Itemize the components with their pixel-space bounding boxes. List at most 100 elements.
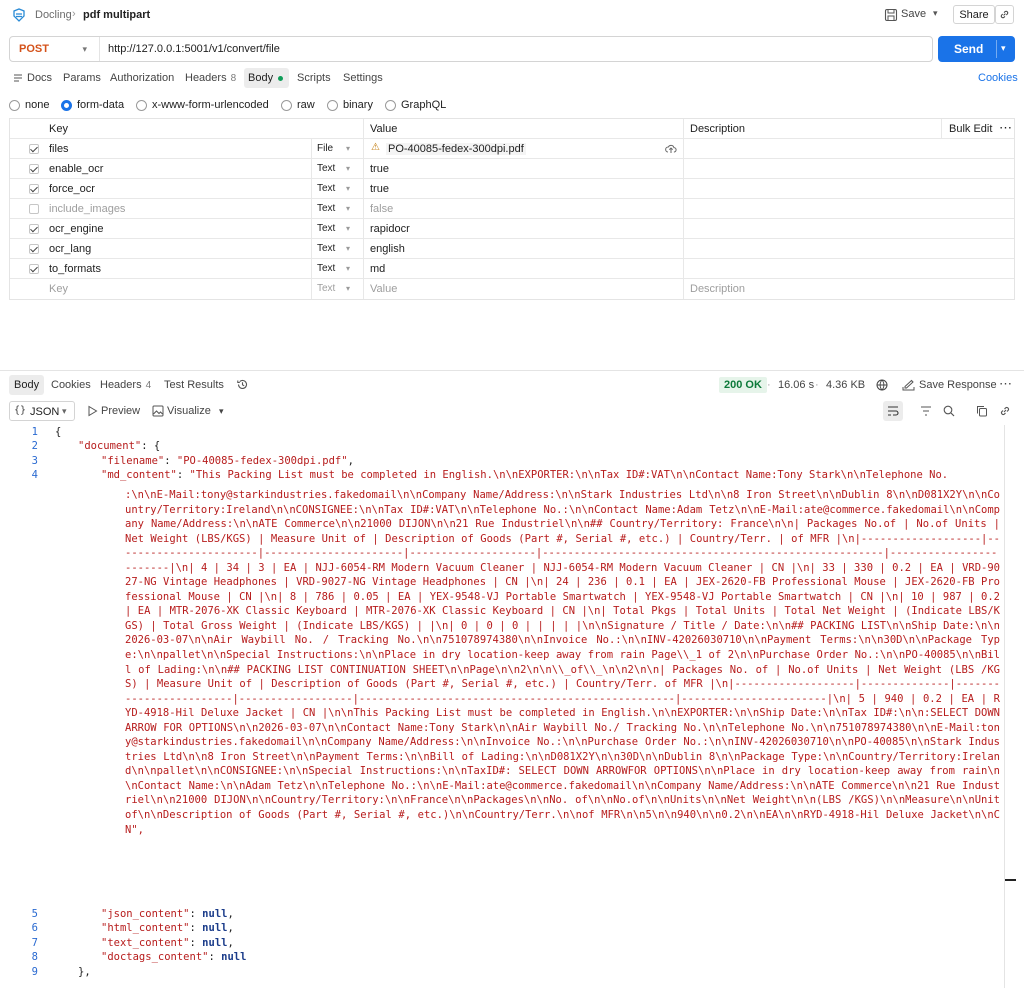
key-cell[interactable]: force_ocr [10,179,312,199]
description-cell[interactable] [684,179,1014,199]
response-tab-cookies[interactable]: Cookies [51,379,91,391]
description-cell[interactable] [684,219,1014,239]
response-tab-body[interactable]: Body [14,379,39,391]
type-select[interactable]: Text ▾ [312,179,364,199]
copy-icon[interactable] [976,405,988,417]
radio-binary[interactable]: binary [327,99,373,111]
wrap-lines-button[interactable] [883,401,903,421]
value-cell[interactable]: true [364,179,684,199]
type-select[interactable]: Text ▾ [312,219,364,239]
description-cell[interactable] [684,159,1014,179]
filter-icon[interactable] [920,406,932,416]
radio-raw[interactable]: raw [281,99,315,111]
value-cell[interactable]: true [364,159,684,179]
tab-params[interactable]: Params [63,72,101,84]
scroll-thumb[interactable] [1005,879,1016,881]
type-select[interactable]: Text ▾ [312,159,364,179]
param-key: ocr_engine [49,223,104,235]
row-enabled-checkbox[interactable] [29,144,39,154]
row-enabled-checkbox[interactable] [29,164,39,174]
key-cell[interactable]: enable_ocr [10,159,312,179]
tab-scripts[interactable]: Scripts [297,72,331,84]
method-select[interactable]: POST ▾ [10,37,100,61]
description-cell[interactable] [684,199,1014,219]
preview-button[interactable]: Preview [101,405,140,417]
send-options-chevron-icon[interactable]: ▾ [1001,43,1006,54]
json-punct: : { [141,440,161,452]
row-enabled-checkbox[interactable] [29,204,39,214]
file-chip[interactable]: PO-40085-fedex-300dpi.pdf [386,143,526,155]
type-select[interactable]: Text ▾ [312,279,364,299]
tab-headers[interactable]: Headers 8 [185,72,236,84]
key-cell[interactable]: files [10,139,312,159]
row-enabled-checkbox[interactable] [29,244,39,254]
link-icon[interactable] [999,405,1011,417]
globe-icon[interactable] [876,379,888,391]
response-tab-test-results[interactable]: Test Results [164,379,224,391]
radio-none[interactable]: none [9,99,49,111]
panel-divider[interactable] [0,370,1024,371]
type-select[interactable]: Text ▾ [312,239,364,259]
upload-cloud-icon[interactable] [665,143,677,155]
description-cell[interactable] [684,239,1014,259]
chevron-down-icon: ▾ [346,144,351,153]
key-cell[interactable]: ocr_lang [10,239,312,259]
status-badge[interactable]: 200 OK [719,377,767,393]
url-input[interactable]: http://127.0.0.1:5001/v1/convert/file [108,43,280,55]
value-cell[interactable]: false [364,199,684,219]
headers-count-badge: 8 [230,73,237,84]
radio-graphql[interactable]: GraphQL [385,99,446,111]
save-options-chevron-icon[interactable]: ▾ [933,8,938,19]
tab-authorization[interactable]: Authorization [110,72,174,84]
more-options-icon[interactable]: ⋯ [999,120,1012,136]
description-cell[interactable] [684,259,1014,279]
radio-form-data[interactable]: form-data [61,99,124,111]
save-response-button[interactable]: Save Response [919,379,997,391]
type-select[interactable]: Text ▾ [312,199,364,219]
search-icon[interactable] [943,405,955,417]
response-tab-headers[interactable]: Headers 4 [100,379,151,391]
row-enabled-checkbox[interactable] [29,264,39,274]
response-size[interactable]: 4.36 KB [826,379,865,391]
value-cell[interactable]: md [364,259,684,279]
history-icon[interactable] [236,378,249,391]
more-options-icon[interactable]: ⋯ [999,376,1012,392]
response-time[interactable]: 16.06 s [778,379,814,391]
row-enabled-checkbox[interactable] [29,184,39,194]
code-scrollbar[interactable] [1004,425,1024,988]
cookies-link[interactable]: Cookies [978,72,1018,84]
radio-x-www-form-urlencoded[interactable]: x-www-form-urlencoded [136,99,269,111]
description-cell[interactable] [684,139,1014,159]
key-cell[interactable]: to_formats [10,259,312,279]
value-cell[interactable]: Value [364,279,684,299]
visualize-button[interactable]: Visualize [167,405,211,417]
value-cell[interactable]: rapidocr [364,219,684,239]
value-cell[interactable]: english [364,239,684,259]
save-button[interactable]: Save [901,8,926,20]
type-select[interactable]: Text ▾ [312,259,364,279]
new-value-input[interactable]: Value [370,283,397,295]
breadcrumb-collection[interactable]: Docling [35,9,72,21]
key-cell[interactable]: include_images [10,199,312,219]
bulk-edit-button[interactable]: Bulk Edit [949,123,992,135]
key-cell[interactable]: Key [10,279,312,299]
description-cell[interactable]: Description [684,279,1014,299]
format-select[interactable]: {} JSON ▾ [9,401,75,421]
value-cell[interactable]: ⚠ PO-40085-fedex-300dpi.pdf [364,139,684,159]
copy-link-button[interactable] [995,5,1014,24]
visualize-chevron-icon[interactable]: ▾ [219,406,224,417]
tab-docs[interactable]: Docs [27,72,52,84]
key-cell[interactable]: ocr_engine [10,219,312,239]
new-description-input[interactable]: Description [690,283,745,295]
share-button[interactable]: Share [953,5,995,24]
param-type: Text [317,243,336,254]
param-type: Text [317,223,336,234]
tab-settings[interactable]: Settings [343,72,383,84]
type-select[interactable]: File ▾ [312,139,364,159]
save-icon[interactable] [884,8,898,22]
request-title[interactable]: pdf multipart [83,9,150,21]
new-key-input[interactable]: Key [49,283,68,295]
send-button[interactable]: Send ▾ [938,36,1015,62]
row-enabled-checkbox[interactable] [29,224,39,234]
tab-body[interactable]: Body [248,72,284,84]
